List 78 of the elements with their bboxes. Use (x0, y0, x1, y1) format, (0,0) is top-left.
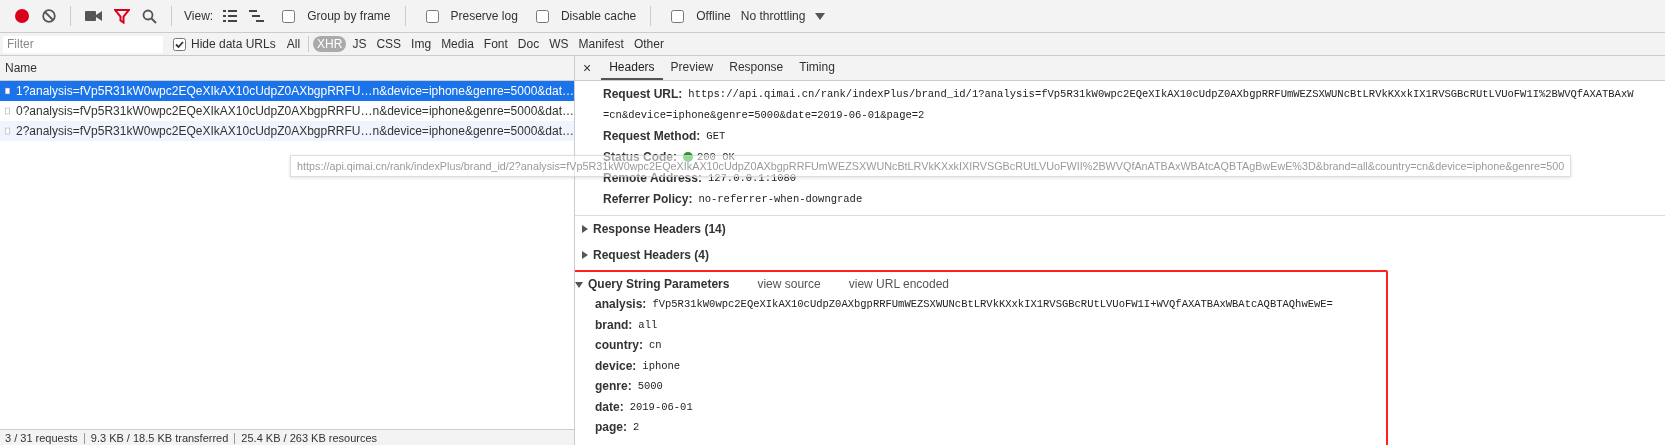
type-filter-tab[interactable]: Other (629, 36, 668, 52)
type-filter-tab[interactable]: CSS (372, 36, 406, 52)
column-header[interactable]: Name (0, 56, 574, 81)
checkbox[interactable] (282, 9, 296, 23)
type-filter-tab[interactable]: Manifest (574, 36, 628, 52)
param-value: 2019-06-01 (629, 400, 693, 413)
checkbox-label[interactable]: Group by frame (307, 9, 391, 23)
param-name: analysis: (595, 297, 647, 312)
param-name: country: (595, 338, 643, 353)
throttling-dropdown[interactable]: No throttling (740, 9, 806, 23)
section-header[interactable]: Response Headers (14) (593, 222, 726, 236)
field-value: GET (706, 129, 726, 142)
section-header[interactable]: Request Headers (4) (593, 248, 710, 262)
checkbox[interactable] (173, 37, 186, 51)
field-value: =cn&device=iphone&genre=5000&date=2019-06-01&page=2 (603, 108, 925, 121)
param-value: 5000 (637, 380, 663, 393)
checkbox[interactable] (535, 9, 549, 23)
field-value: no-referrer-when-downgrade (698, 192, 863, 205)
document-icon (5, 124, 10, 138)
status-text: 9.3 KB / 18.5 KB transferred (90, 432, 229, 444)
type-filter-tab[interactable]: Font (479, 36, 512, 52)
disclosure-triangle-icon[interactable] (580, 250, 589, 260)
disclosure-triangle-icon[interactable] (580, 224, 589, 234)
checkbox-label[interactable]: Preserve log (450, 9, 518, 23)
field-label: Referrer Policy: (603, 191, 693, 206)
status-text: 3 / 31 requests (5, 432, 78, 444)
details-tab[interactable]: Preview (662, 56, 722, 80)
request-row[interactable]: 2?analysis=fVp5R31kW0wpc2EQeXIkAX10cUdpZ0AXbgpRRFU…n&device=iphone&genre=5000&dat… (0, 121, 574, 141)
filter-icon[interactable] (114, 8, 130, 24)
field-label: Request URL: (603, 86, 683, 101)
list-view-icon[interactable] (223, 10, 238, 22)
param-value: fVp5R31kW0wpc2EQeXIkAX10cUdpZ0AXbgpRRFUmWEZSXWUNcBtLRVkKXxkIX1RVSGBcRUtLVUoFW1I+WVQfAXATBAxWBAtcAQBTAQhwEwE= (652, 298, 1333, 311)
disclosure-triangle-icon[interactable] (575, 279, 584, 289)
type-filter-tab[interactable]: Img (407, 36, 436, 52)
request-row[interactable]: 1?analysis=fVp5R31kW0wpc2EQeXIkAX10cUdpZ0AXbgpRRFU…n&device=iphone&genre=5000&dat… (0, 81, 574, 101)
status-text: 25.4 KB / 263 KB resources (241, 432, 378, 444)
request-row[interactable]: 0?analysis=fVp5R31kW0wpc2EQeXIkAX10cUdpZ0AXbgpRRFU…n&device=iphone&genre=5000&dat… (0, 101, 574, 121)
param-name: date: (595, 399, 624, 414)
details-tab[interactable]: Headers (601, 56, 663, 80)
type-filter-tab[interactable]: Doc (513, 36, 544, 52)
document-icon (5, 104, 10, 118)
field-value: https://api.qimai.cn/rank/indexPlus/brand_id/1?analysis=fVp5R31kW0wpc2EQeXIkAX10cUdpZ0AXbgpRRFUmWEZSXWUNcBtLRVkKXxkIX1RVSGBcRUtLVUoFW1I%2BWVQfAXATBAxW (688, 87, 1634, 100)
status-dot-icon (683, 151, 693, 162)
view-link[interactable]: view source (757, 277, 821, 291)
close-button[interactable]: × (583, 60, 592, 76)
param-value: cn (649, 339, 662, 352)
checkbox-label[interactable]: Hide data URLs (191, 37, 276, 51)
record-icon[interactable] (14, 8, 30, 24)
checkbox[interactable] (671, 9, 685, 23)
field-label: Request Method: (603, 128, 701, 143)
param-value: 2 (633, 421, 640, 434)
checkbox-label[interactable]: Disable cache (560, 9, 637, 23)
video-camera-icon[interactable] (85, 10, 102, 22)
details-tab[interactable]: Timing (791, 56, 843, 80)
field-value: 200 OK (697, 150, 735, 163)
param-name: page: (595, 420, 627, 435)
param-value: all (638, 318, 658, 331)
view-link[interactable]: view URL encoded (848, 277, 950, 291)
type-filter-tab[interactable]: All (282, 36, 305, 52)
checkbox-label[interactable]: Offline (696, 9, 731, 23)
document-icon (5, 84, 10, 98)
waterfall-view-icon[interactable] (249, 10, 265, 22)
section-header[interactable]: Query String Parameters (588, 277, 730, 291)
details-tab[interactable]: Response (721, 56, 792, 80)
dropdown-caret-icon[interactable] (815, 12, 826, 20)
param-name: device: (595, 358, 637, 373)
filter-field[interactable]: Filter (3, 35, 163, 53)
type-filter-tab[interactable]: Media (437, 36, 478, 52)
checkbox[interactable] (425, 9, 439, 23)
field-value: 127.0.0.1:1080 (707, 171, 797, 184)
view-label: View: (184, 9, 214, 23)
search-icon[interactable] (142, 8, 157, 24)
param-value: iphone (642, 359, 681, 372)
param-name: brand: (595, 317, 633, 332)
type-filter-tab[interactable]: WS (545, 36, 573, 52)
clear-icon[interactable] (42, 9, 56, 23)
param-name: genre: (595, 379, 632, 394)
type-filter-tab[interactable]: JS (348, 36, 371, 52)
